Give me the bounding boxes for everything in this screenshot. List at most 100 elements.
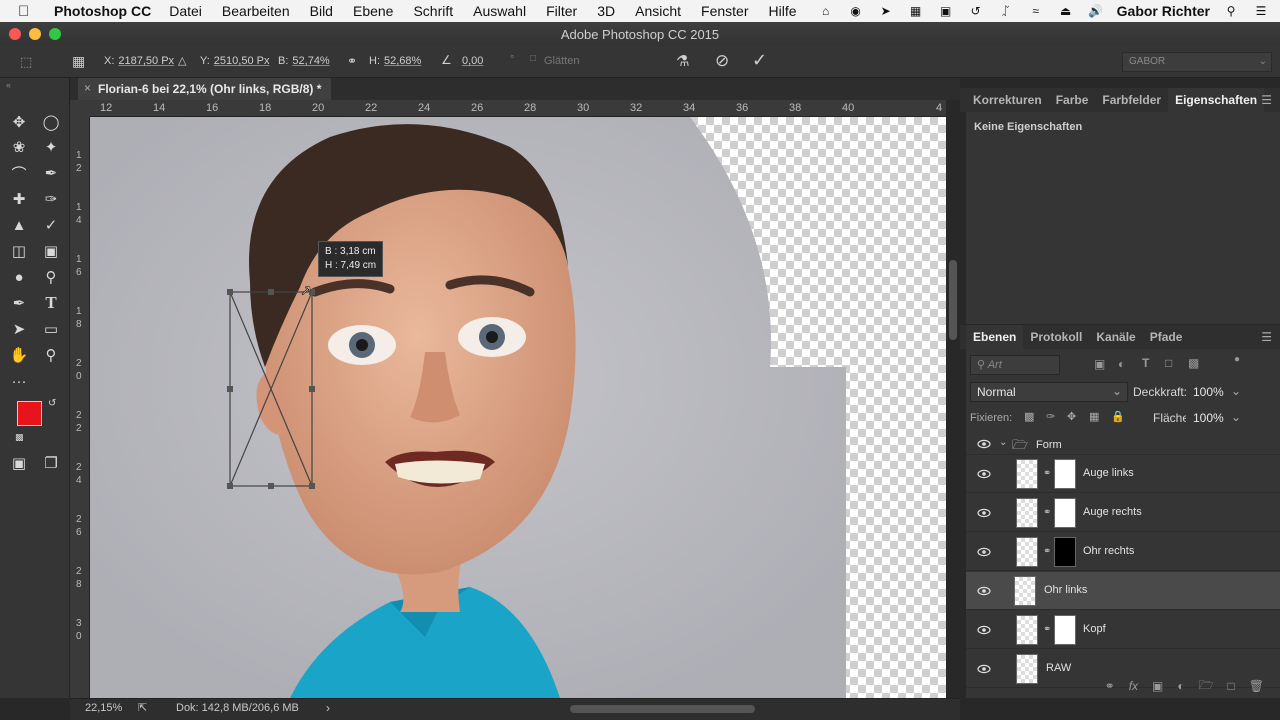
opacity-field[interactable]: 100% ⌄ <box>1186 382 1244 402</box>
move-tool-icon[interactable]: ✥ <box>8 111 30 133</box>
gradient-tool-icon[interactable]: ▣ <box>40 240 62 262</box>
filter-pixel-icon[interactable]: ▣ <box>1094 357 1105 371</box>
layer-style-fx-icon[interactable]: fx <box>1129 679 1138 693</box>
layer-thumbnail[interactable] <box>1016 537 1038 567</box>
x-position-field[interactable]: 2187,50 Px <box>118 55 174 67</box>
menu-fenster[interactable]: Fenster <box>701 3 748 19</box>
tab-pfade[interactable]: Pfade <box>1143 325 1190 349</box>
menu-schrift[interactable]: Schrift <box>413 3 453 19</box>
brush-tool-icon[interactable]: ✑ <box>40 188 62 210</box>
filter-type-icon[interactable]: T <box>1142 356 1149 370</box>
default-colors-icon[interactable]: ▩ <box>15 432 24 443</box>
ruler-origin[interactable] <box>70 100 90 117</box>
menu-bild[interactable]: Bild <box>310 3 333 19</box>
panel-menu-icon[interactable]: ☰ <box>1261 93 1272 107</box>
filter-shape-icon[interactable]: □ <box>1165 356 1172 370</box>
display-icon[interactable]: ▣ <box>937 4 955 18</box>
spotlight-search-icon[interactable]: ⚲ <box>1222 4 1240 18</box>
new-adjustment-layer-icon[interactable]: ◐ <box>1177 679 1184 693</box>
notification-list-icon[interactable]: ☰ <box>1252 4 1270 18</box>
new-layer-icon[interactable]: □ <box>1228 679 1235 693</box>
add-mask-icon[interactable]: ▣ <box>1152 679 1163 693</box>
home-icon[interactable]: ⌂ <box>817 4 835 18</box>
layer-thumbnail[interactable] <box>1016 615 1038 645</box>
send-icon[interactable]: ➤ <box>877 4 895 18</box>
history-brush-tool-icon[interactable]: ✓ <box>40 214 62 236</box>
layer-row[interactable]: ⚭ Auge links <box>966 455 1280 493</box>
smooth-checkbox-icon[interactable]: □ <box>530 53 536 64</box>
menu-ansicht[interactable]: Ansicht <box>635 3 681 19</box>
width-field[interactable]: 52,74% <box>292 55 329 67</box>
clone-stamp-tool-icon[interactable]: ▲ <box>8 214 30 236</box>
mask-link-icon[interactable]: ⚭ <box>1043 546 1051 557</box>
document-tab[interactable]: × Florian-6 bei 22,1% (Ohr links, RGB/8)… <box>78 78 332 100</box>
window-close-button[interactable] <box>9 28 21 40</box>
layer-thumbnail[interactable] <box>1016 498 1038 528</box>
healing-brush-tool-icon[interactable]: ✚ <box>8 188 30 210</box>
warp-mode-icon[interactable]: ⚗ <box>676 52 689 70</box>
tab-farbe[interactable]: Farbe <box>1049 88 1096 112</box>
horizontal-scroll-thumb[interactable] <box>570 705 755 713</box>
layer-thumbnail[interactable] <box>1016 459 1038 489</box>
screen-icon[interactable]: ▦ <box>907 4 925 18</box>
layer-row[interactable]: ⚭ Auge rechts <box>966 494 1280 532</box>
window-minimize-button[interactable] <box>29 28 41 40</box>
filter-smart-object-icon[interactable]: ▩ <box>1188 356 1199 370</box>
quick-mask-mode-icon[interactable]: ▣ <box>8 452 30 474</box>
tab-farbfelder[interactable]: Farbfelder <box>1095 88 1168 112</box>
new-group-icon[interactable]: 🗁 <box>1199 676 1214 697</box>
share-icon[interactable]: ⇱ <box>138 701 147 714</box>
height-field[interactable]: 52,68% <box>384 55 421 67</box>
workspace-selector[interactable]: GABOR ⌄ <box>1122 52 1272 72</box>
eye-visibility-icon[interactable] <box>977 469 991 479</box>
apple-menu-icon[interactable]:  <box>18 3 40 20</box>
layer-mask-thumbnail[interactable] <box>1054 459 1076 489</box>
layer-mask-thumbnail[interactable] <box>1054 498 1076 528</box>
tab-ebenen[interactable]: Ebenen <box>966 325 1024 349</box>
collapse-arrows-icon[interactable]: « <box>6 80 11 90</box>
layers-panel-menu-icon[interactable]: ☰ <box>1261 330 1272 344</box>
fill-field[interactable]: 100% ⌄ <box>1186 408 1244 428</box>
lock-artboard-icon[interactable]: ▦ <box>1089 410 1099 423</box>
vertical-scroll-thumb[interactable] <box>949 260 957 340</box>
link-proportions-icon[interactable]: ⚭ <box>347 54 357 68</box>
menu-3d[interactable]: 3D <box>597 3 615 19</box>
lasso-tool-icon[interactable]: ❀ <box>8 136 30 158</box>
layer-row[interactable]: ⚭ Kopf <box>966 611 1280 649</box>
tab-protokoll[interactable]: Protokoll <box>1023 325 1089 349</box>
filter-adjustment-icon[interactable]: ◐ <box>1118 357 1125 371</box>
wifi-icon[interactable]: ≈ <box>1027 4 1045 18</box>
type-tool-icon[interactable]: T <box>40 292 62 314</box>
lock-transparency-icon[interactable]: ▩ <box>1024 410 1034 423</box>
delete-layer-icon[interactable]: 🗑 <box>1249 679 1264 693</box>
eject-icon[interactable]: ⏏ <box>1057 4 1075 18</box>
more-tools-icon[interactable]: ··· <box>8 370 30 392</box>
eye-visibility-icon[interactable] <box>977 547 991 557</box>
menu-hilfe[interactable]: Hilfe <box>769 3 797 19</box>
layer-row[interactable]: Ohr links <box>966 572 1280 610</box>
mask-link-icon[interactable]: ⚭ <box>1043 507 1051 518</box>
reference-point-icon[interactable]: ▦ <box>72 53 85 70</box>
commit-transform-icon[interactable]: ✓ <box>752 50 767 71</box>
y-position-field[interactable]: 2510,50 Px <box>214 55 270 67</box>
pen-tool-icon[interactable]: ✒ <box>8 292 30 314</box>
path-selection-tool-icon[interactable]: ➤ <box>8 318 30 340</box>
eye-visibility-icon[interactable] <box>977 508 991 518</box>
layer-thumbnail[interactable] <box>1014 576 1036 606</box>
mask-link-icon[interactable]: ⚭ <box>1043 624 1051 635</box>
document-canvas[interactable]: ↗ B : 3,18 cm H : 7,49 cm <box>90 117 946 698</box>
time-machine-icon[interactable]: ↺ <box>967 4 985 18</box>
delta-icon[interactable]: △ <box>178 54 186 67</box>
hand-tool-icon[interactable]: ✋ <box>8 344 30 366</box>
tab-eigenschaften[interactable]: Eigenschaften <box>1168 88 1265 112</box>
group-expand-chevron-icon[interactable]: ⌄ <box>999 437 1007 448</box>
menu-app-name[interactable]: Photoshop CC <box>54 3 151 19</box>
menu-ebene[interactable]: Ebene <box>353 3 393 19</box>
tab-korrekturen[interactable]: Korrekturen <box>966 88 1049 112</box>
layer-row[interactable]: ⚭ Ohr rechts <box>966 533 1280 571</box>
crop-tool-icon[interactable]: ⌒ <box>8 162 30 184</box>
vertical-ruler[interactable]: 1 2 1 4 1 6 1 8 2 0 2 2 2 4 2 6 2 8 3 0 <box>70 117 90 698</box>
zoom-level[interactable]: 22,15% <box>85 702 122 714</box>
rotation-field[interactable]: 0,00 <box>462 55 483 67</box>
eye-visibility-icon[interactable] <box>977 625 991 635</box>
